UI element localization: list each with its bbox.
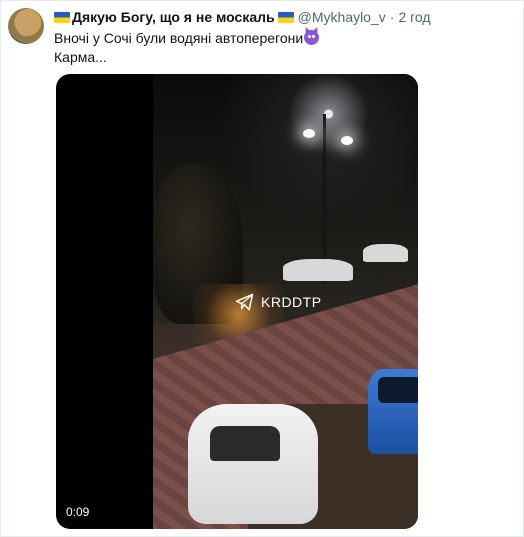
tweet-header: Дякую Богу, що я не москаль @Mykhaylo_v … [54,7,516,27]
watermark-text: KRDDTP [261,294,322,310]
display-name[interactable]: Дякую Богу, що я не москаль [72,9,275,25]
avatar-face [17,14,35,36]
tweet-text-line1: Вночі у Сочі були водяні автоперегони [54,30,304,46]
flag-ukraine-icon [54,11,70,23]
flag-ukraine-icon [277,11,294,23]
user-handle[interactable]: @Mykhaylo_v [298,9,386,25]
telegram-plane-icon [235,293,254,311]
blue-car [368,369,418,454]
tweet-text-line2: Карма... [54,49,107,65]
floating-car [283,259,353,281]
floating-car [363,244,408,262]
video-frame: KRDDTP [153,74,418,529]
street-lamp [303,129,315,138]
timestamp[interactable]: 2 год [398,9,430,25]
video-player[interactable]: KRDDTP 0:09 [56,74,418,529]
avatar[interactable] [8,8,44,44]
separator-dot: · [389,9,395,25]
smiling-devil-icon [304,30,320,45]
tweet-text: Вночі у Сочі були водяні автоперегони Ка… [54,29,514,67]
street-lamp [341,136,353,145]
watermark: KRDDTP [235,292,322,312]
white-car [188,404,318,524]
video-duration: 0:09 [66,505,90,519]
